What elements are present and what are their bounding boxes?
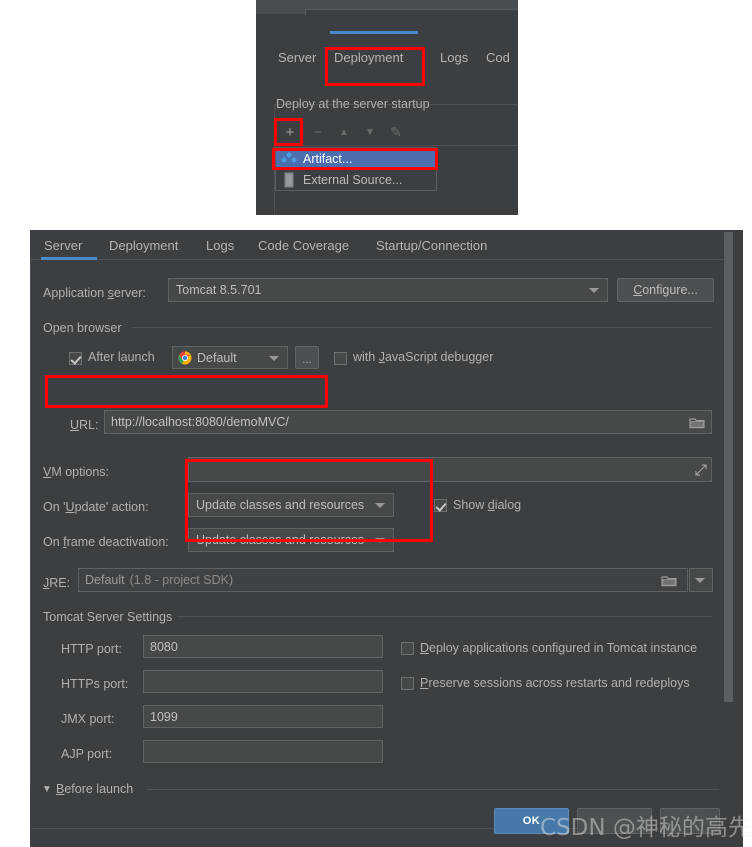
browse-browser-button[interactable]: ... (295, 346, 319, 369)
folder-icon[interactable] (689, 416, 705, 434)
on-update-action-value: Update classes and resources (196, 498, 365, 512)
tab-startup-connection[interactable]: Startup/Connection (376, 238, 487, 253)
run-debug-configurations-dialog: Server Deployment Logs Code Coverage Sta… (30, 230, 743, 847)
move-down-icon[interactable]: ▼ (359, 120, 381, 144)
tab-code-coverage[interactable]: Code Coverage (258, 238, 349, 253)
jmx-port-value: 1099 (150, 709, 178, 724)
jre-dropdown-button[interactable] (689, 568, 713, 592)
js-debugger-label: with JavaScript debugger (353, 350, 494, 364)
preserve-sessions-checkbox[interactable] (401, 677, 414, 690)
top-tab-code-coverage[interactable]: Cod (486, 50, 510, 65)
url-input[interactable]: http://localhost:8080/demoMVC/ (104, 410, 712, 434)
js-debugger-checkbox[interactable] (334, 352, 347, 365)
jmx-port-input[interactable]: 1099 (143, 705, 383, 728)
before-launch-label: Before launch (56, 782, 134, 796)
browser-combo[interactable]: Default (172, 346, 288, 369)
deploy-applications-checkbox[interactable] (401, 642, 414, 655)
chevron-down-icon (589, 288, 599, 293)
tomcat-server-settings-group-line (177, 616, 712, 617)
on-frame-deactivation-label: On frame deactivation: (43, 535, 169, 549)
after-launch-checkbox[interactable] (69, 352, 82, 365)
open-browser-group-label: Open browser (43, 321, 122, 335)
ajp-port-label: AJP port: (61, 747, 113, 761)
ajp-port-input[interactable] (143, 740, 383, 763)
menu-item-artifact[interactable]: Artifact... (276, 148, 436, 169)
chevron-down-icon (375, 503, 385, 508)
on-update-action-label: On 'Update' action: (43, 500, 149, 514)
jre-input[interactable]: Default (1.8 - project SDK) (78, 568, 688, 592)
top-panel-tab-bar: Server Deployment Logs Cod (256, 50, 518, 84)
configure-button[interactable]: Configure... (617, 278, 714, 302)
artifact-icon (280, 151, 298, 167)
menu-item-external-source[interactable]: External Source... (276, 169, 436, 190)
jmx-port-label: JMX port: (61, 712, 115, 726)
http-port-value: 8080 (150, 639, 178, 654)
top-tab-deployment[interactable]: Deployment (334, 50, 403, 65)
url-value: http://localhost:8080/demoMVC/ (111, 415, 289, 429)
tomcat-server-settings-group-label: Tomcat Server Settings (43, 610, 173, 624)
http-port-input[interactable]: 8080 (143, 635, 383, 658)
add-icon[interactable]: + (279, 120, 301, 144)
after-launch-label: After launch (88, 350, 155, 364)
tab-deployment[interactable]: Deployment (109, 238, 178, 253)
top-tab-active-underline (330, 31, 418, 34)
url-label: URL: (70, 418, 99, 432)
chevron-down-icon (375, 538, 385, 543)
deployment-toolbar: + − ▲ ▼ ✎ (275, 120, 518, 146)
add-deployment-popup-menu: Artifact... External Source... (275, 147, 437, 191)
on-frame-deactivation-value: Update classes and resources (196, 533, 365, 547)
before-launch-collapse-arrow[interactable]: ▼ (42, 784, 52, 795)
menu-item-external-source-label: External Source... (303, 172, 403, 187)
preserve-sessions-label: Preserve sessions across restarts and re… (420, 676, 690, 690)
application-server-value: Tomcat 8.5.701 (176, 283, 262, 297)
panel-titlebar-inset (305, 9, 518, 15)
show-dialog-label: Show dialog (453, 498, 522, 512)
browser-value: Default (197, 350, 237, 365)
show-dialog-checkbox[interactable] (434, 499, 447, 512)
remove-icon[interactable]: − (307, 120, 329, 144)
move-up-icon[interactable]: ▲ (333, 120, 355, 144)
tab-logs[interactable]: Logs (206, 238, 234, 253)
screenshot-root: Server Deployment Logs Cod Deploy at the… (0, 0, 752, 847)
expand-icon[interactable] (695, 463, 707, 476)
deploy-startup-group-label: Deploy at the server startup (276, 97, 430, 111)
http-port-label: HTTP port: (61, 642, 122, 656)
jre-value: Default (85, 573, 125, 587)
on-update-action-combo[interactable]: Update classes and resources (188, 493, 394, 517)
on-frame-deactivation-combo[interactable]: Update classes and resources (188, 528, 394, 552)
vm-options-label: VM options: (43, 465, 110, 479)
application-server-combo[interactable]: Tomcat 8.5.701 (168, 278, 608, 302)
dialog-right-edge (734, 230, 743, 847)
deployment-list-area (275, 191, 518, 215)
tab-server[interactable]: Server (44, 238, 82, 253)
https-port-input[interactable] (143, 670, 383, 693)
chevron-down-icon (695, 578, 705, 583)
vm-options-input[interactable] (188, 457, 712, 482)
jre-value-hint: (1.8 - project SDK) (129, 573, 234, 587)
before-launch-line (147, 789, 719, 790)
deploy-applications-label: Deploy applications configured in Tomcat… (420, 641, 698, 655)
chrome-icon (178, 351, 192, 365)
top-tab-logs[interactable]: Logs (440, 50, 468, 65)
folder-icon[interactable] (661, 574, 677, 592)
top-tab-server[interactable]: Server (278, 50, 316, 65)
chevron-down-icon (269, 355, 279, 361)
deploy-startup-group-line (444, 104, 518, 105)
jre-label: JRE: (43, 576, 71, 590)
menu-item-artifact-label: Artifact... (303, 151, 353, 166)
csdn-watermark: CSDN @神秘的高先生 (540, 815, 752, 841)
dialog-scrollbar-thumb[interactable] (724, 232, 733, 702)
https-port-label: HTTPs port: (61, 677, 129, 691)
application-server-label: Application server: (43, 286, 146, 300)
external-source-icon (280, 172, 298, 188)
open-browser-group-line (132, 327, 712, 328)
edit-pencil-icon[interactable]: ✎ (385, 120, 407, 144)
dialog-body: Application server: Tomcat 8.5.701 Confi… (30, 260, 725, 829)
